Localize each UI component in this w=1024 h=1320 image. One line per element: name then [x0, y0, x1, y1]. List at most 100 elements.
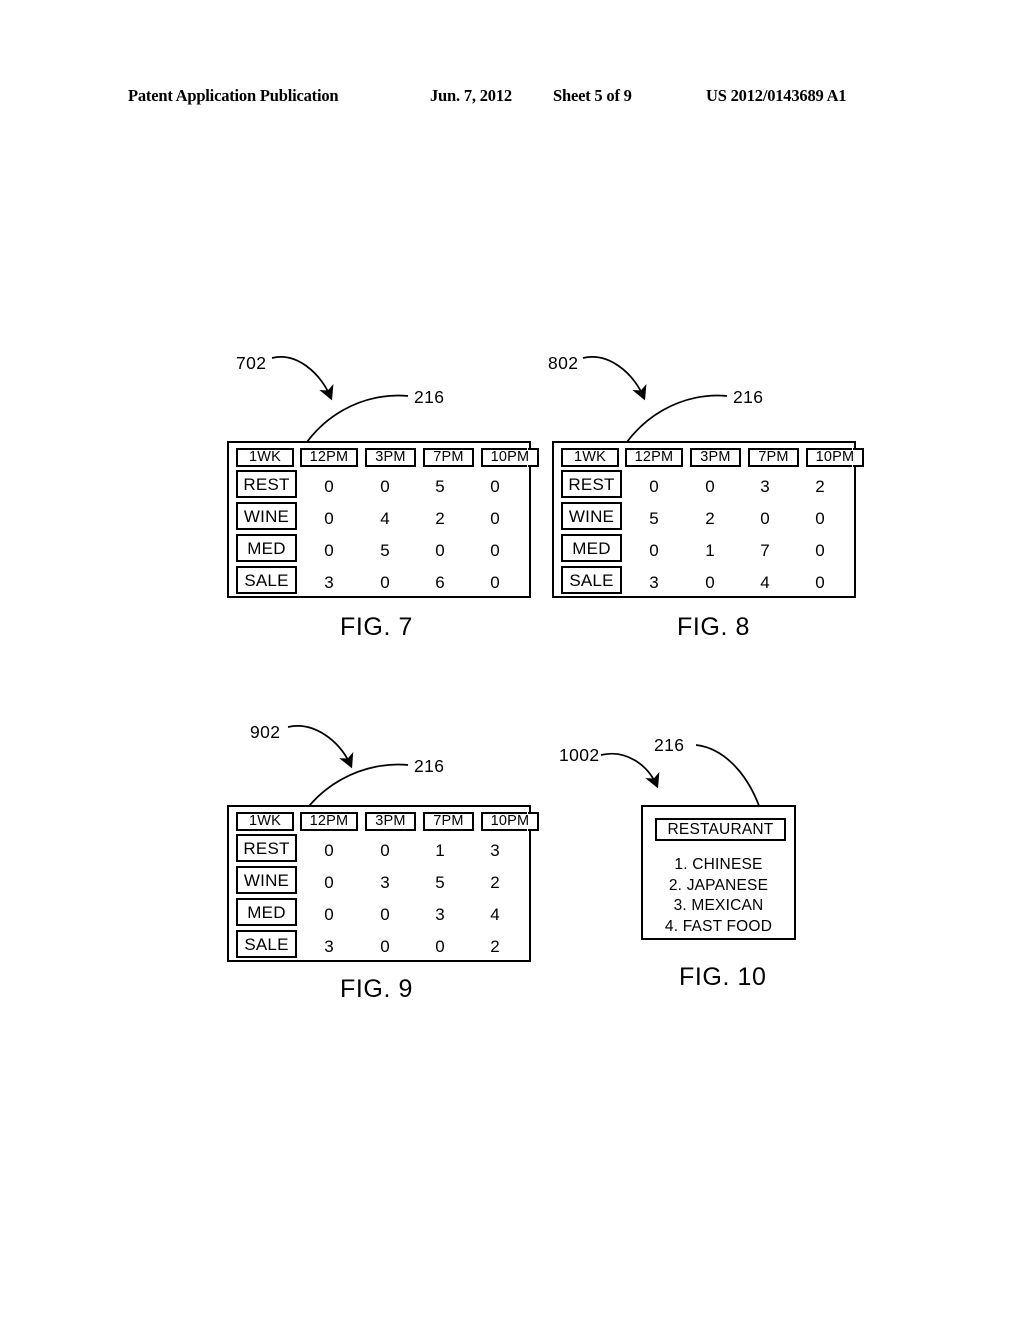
cell-rest-7pm: 3 — [760, 477, 770, 496]
cell-sale-10pm: 0 — [815, 573, 825, 592]
row-label-wine[interactable]: WINE — [236, 866, 297, 894]
publication-label: Patent Application Publication — [128, 86, 339, 105]
cell-sale-12pm: 3 — [324, 937, 334, 956]
cell-med-10pm: 4 — [490, 905, 500, 924]
cell-wine-12pm: 0 — [324, 873, 334, 892]
leader-702 — [271, 356, 334, 401]
reference-numeral-1002: 1002 — [559, 745, 600, 765]
cell-med-12pm: 0 — [324, 905, 334, 924]
schedule-grid: 1WK 12PM 3PM 7PM 10PM REST WINE MED SALE… — [229, 807, 539, 960]
cell-sale-10pm: 0 — [490, 573, 500, 592]
column-header-10pm[interactable]: 10PM — [481, 812, 539, 831]
leader-1002 — [600, 752, 660, 789]
cell-sale-3pm: 0 — [705, 573, 715, 592]
sheet-number: Sheet 5 of 9 — [553, 86, 632, 105]
leader-902 — [287, 725, 354, 769]
reference-numeral-216-fig10: 216 — [654, 735, 685, 755]
column-header-10pm[interactable]: 10PM — [481, 448, 539, 467]
cell-sale-12pm: 3 — [649, 573, 659, 592]
column-header-7pm[interactable]: 7PM — [423, 448, 474, 467]
menu-options-list: 1. CHINESE 2. JAPANESE 3. MEXICAN 4. FAS… — [643, 855, 794, 937]
cell-sale-7pm: 0 — [435, 937, 445, 956]
menu-item-4[interactable]: 4. FAST FOOD — [643, 917, 794, 938]
cell-wine-10pm: 0 — [490, 509, 500, 528]
cell-wine-7pm: 2 — [435, 509, 445, 528]
column-header-7pm[interactable]: 7PM — [748, 448, 799, 467]
cell-med-10pm: 0 — [815, 541, 825, 560]
row-label-med[interactable]: MED — [236, 898, 297, 926]
menu-item-3[interactable]: 3. MEXICAN — [643, 896, 794, 917]
row-label-sale[interactable]: SALE — [561, 566, 622, 594]
cell-rest-10pm: 0 — [490, 477, 500, 496]
cell-sale-3pm: 0 — [380, 937, 390, 956]
cell-med-10pm: 0 — [490, 541, 500, 560]
column-header-3pm[interactable]: 3PM — [690, 448, 741, 467]
cell-sale-10pm: 2 — [490, 937, 500, 956]
cell-med-7pm: 0 — [435, 541, 445, 560]
figure-caption-8: FIG. 8 — [677, 613, 751, 641]
schedule-table-902: 1WK 12PM 3PM 7PM 10PM REST WINE MED SALE… — [227, 805, 539, 962]
cell-sale-7pm: 4 — [760, 573, 770, 592]
cell-wine-7pm: 0 — [760, 509, 770, 528]
cell-wine-3pm: 4 — [380, 509, 390, 528]
reference-numeral-702: 702 — [236, 353, 267, 373]
cell-wine-10pm: 2 — [490, 873, 500, 892]
column-header-3pm[interactable]: 3PM — [365, 448, 416, 467]
menu-item-2[interactable]: 2. JAPANESE — [643, 876, 794, 897]
row-label-sale[interactable]: SALE — [236, 930, 297, 958]
cell-rest-3pm: 0 — [705, 477, 715, 496]
cell-med-12pm: 0 — [324, 541, 334, 560]
cell-sale-3pm: 0 — [380, 573, 390, 592]
cell-rest-3pm: 0 — [380, 477, 390, 496]
cell-med-3pm: 5 — [380, 541, 390, 560]
cell-med-7pm: 7 — [760, 541, 770, 560]
reference-numeral-216-fig8: 216 — [733, 387, 764, 407]
reference-numeral-902: 902 — [250, 722, 281, 742]
cell-wine-12pm: 0 — [324, 509, 334, 528]
cell-rest-10pm: 2 — [815, 477, 825, 496]
cell-rest-12pm: 0 — [324, 841, 334, 860]
column-header-1wk[interactable]: 1WK — [236, 448, 294, 467]
figure-caption-10: FIG. 10 — [679, 963, 767, 991]
row-label-sale[interactable]: SALE — [236, 566, 297, 594]
cell-rest-7pm: 1 — [435, 841, 445, 860]
column-header-12pm[interactable]: 12PM — [300, 448, 358, 467]
column-header-12pm[interactable]: 12PM — [300, 812, 358, 831]
leader-802 — [582, 356, 647, 401]
schedule-table-702: 1WK 12PM 3PM 7PM 10PM REST WINE MED SALE… — [227, 441, 539, 598]
cell-sale-7pm: 6 — [435, 573, 445, 592]
menu-title-restaurant[interactable]: RESTAURANT — [655, 818, 786, 841]
column-header-1wk[interactable]: 1WK — [561, 448, 619, 467]
column-header-1wk[interactable]: 1WK — [236, 812, 294, 831]
restaurant-menu-1002: RESTAURANT 1. CHINESE 2. JAPANESE 3. MEX… — [641, 805, 796, 940]
cell-rest-12pm: 0 — [649, 477, 659, 496]
patent-number: US 2012/0143689 A1 — [706, 86, 847, 105]
reference-numeral-216-fig9: 216 — [414, 756, 445, 776]
cell-wine-3pm: 3 — [380, 873, 390, 892]
menu-item-1[interactable]: 1. CHINESE — [643, 855, 794, 876]
publication-date: Jun. 7, 2012 — [430, 86, 512, 105]
row-label-wine[interactable]: WINE — [561, 502, 622, 530]
schedule-grid: 1WK 12PM 3PM 7PM 10PM REST WINE MED SALE… — [229, 443, 539, 596]
column-header-10pm[interactable]: 10PM — [806, 448, 864, 467]
cell-med-3pm: 1 — [705, 541, 715, 560]
row-label-rest[interactable]: REST — [236, 470, 297, 498]
row-label-wine[interactable]: WINE — [236, 502, 297, 530]
column-header-7pm[interactable]: 7PM — [423, 812, 474, 831]
cell-rest-10pm: 3 — [490, 841, 500, 860]
cell-rest-3pm: 0 — [380, 841, 390, 860]
column-header-3pm[interactable]: 3PM — [365, 812, 416, 831]
cell-med-3pm: 0 — [380, 905, 390, 924]
row-label-rest[interactable]: REST — [561, 470, 622, 498]
figure-caption-7: FIG. 7 — [340, 613, 414, 641]
cell-wine-12pm: 5 — [649, 509, 659, 528]
schedule-table-802: 1WK 12PM 3PM 7PM 10PM REST WINE MED SALE… — [552, 441, 864, 598]
row-label-med[interactable]: MED — [561, 534, 622, 562]
row-label-med[interactable]: MED — [236, 534, 297, 562]
column-header-12pm[interactable]: 12PM — [625, 448, 683, 467]
row-label-rest[interactable]: REST — [236, 834, 297, 862]
cell-rest-12pm: 0 — [324, 477, 334, 496]
cell-wine-3pm: 2 — [705, 509, 715, 528]
schedule-grid: 1WK 12PM 3PM 7PM 10PM REST WINE MED SALE… — [554, 443, 864, 596]
reference-numeral-216-fig7: 216 — [414, 387, 445, 407]
